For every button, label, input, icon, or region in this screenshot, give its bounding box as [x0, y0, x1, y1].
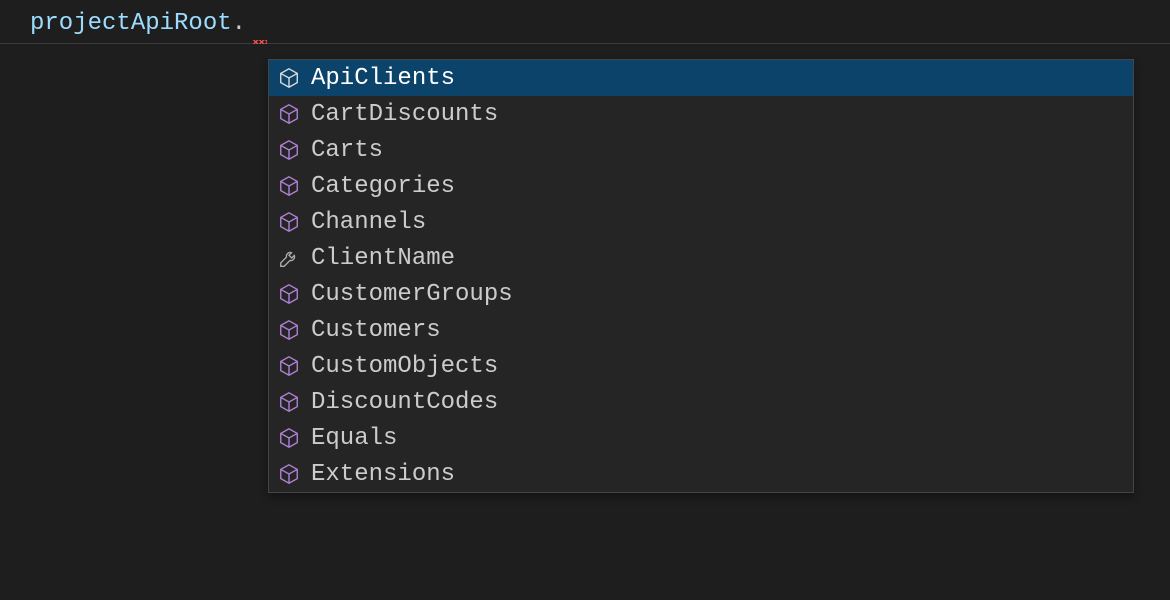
cube-icon [277, 282, 301, 306]
cube-icon [277, 318, 301, 342]
code-line[interactable]: projectApiRoot. [0, 0, 1170, 44]
suggestion-item[interactable]: Carts [269, 132, 1133, 168]
suggestion-label: ClientName [311, 245, 455, 272]
suggestion-label: CustomObjects [311, 353, 498, 380]
suggestion-item[interactable]: CartDiscounts [269, 96, 1133, 132]
suggestion-item[interactable]: ClientName [269, 240, 1133, 276]
cube-icon [277, 102, 301, 126]
suggestion-label: Categories [311, 173, 455, 200]
cube-icon [277, 462, 301, 486]
suggestion-item[interactable]: DiscountCodes [269, 384, 1133, 420]
cube-icon [277, 426, 301, 450]
dot-token: . [232, 10, 246, 37]
suggestion-label: ApiClients [311, 65, 455, 92]
autocomplete-popup[interactable]: ApiClients CartDiscounts Carts Categories Ch… [268, 59, 1134, 493]
suggestion-label: Carts [311, 137, 383, 164]
suggestion-item[interactable]: CustomObjects [269, 348, 1133, 384]
suggestion-label: CartDiscounts [311, 101, 498, 128]
suggestion-label: Extensions [311, 461, 455, 488]
suggestion-label: CustomerGroups [311, 281, 513, 308]
suggestion-label: Equals [311, 425, 397, 452]
identifier-token: projectApiRoot [30, 10, 232, 37]
suggestion-label: Customers [311, 317, 441, 344]
suggestion-item[interactable]: CustomerGroups [269, 276, 1133, 312]
suggestion-item[interactable]: Extensions [269, 456, 1133, 492]
wrench-icon [277, 246, 301, 270]
cube-icon [277, 390, 301, 414]
suggestion-item[interactable]: Categories [269, 168, 1133, 204]
error-squiggle [253, 40, 267, 44]
cube-icon [277, 66, 301, 90]
suggestion-item[interactable]: Customers [269, 312, 1133, 348]
cube-icon [277, 174, 301, 198]
suggestion-item[interactable]: Channels [269, 204, 1133, 240]
suggestion-label: DiscountCodes [311, 389, 498, 416]
cube-icon [277, 354, 301, 378]
suggestion-item[interactable]: ApiClients [269, 60, 1133, 96]
cube-icon [277, 210, 301, 234]
cube-icon [277, 138, 301, 162]
suggestion-label: Channels [311, 209, 426, 236]
suggestion-item[interactable]: Equals [269, 420, 1133, 456]
